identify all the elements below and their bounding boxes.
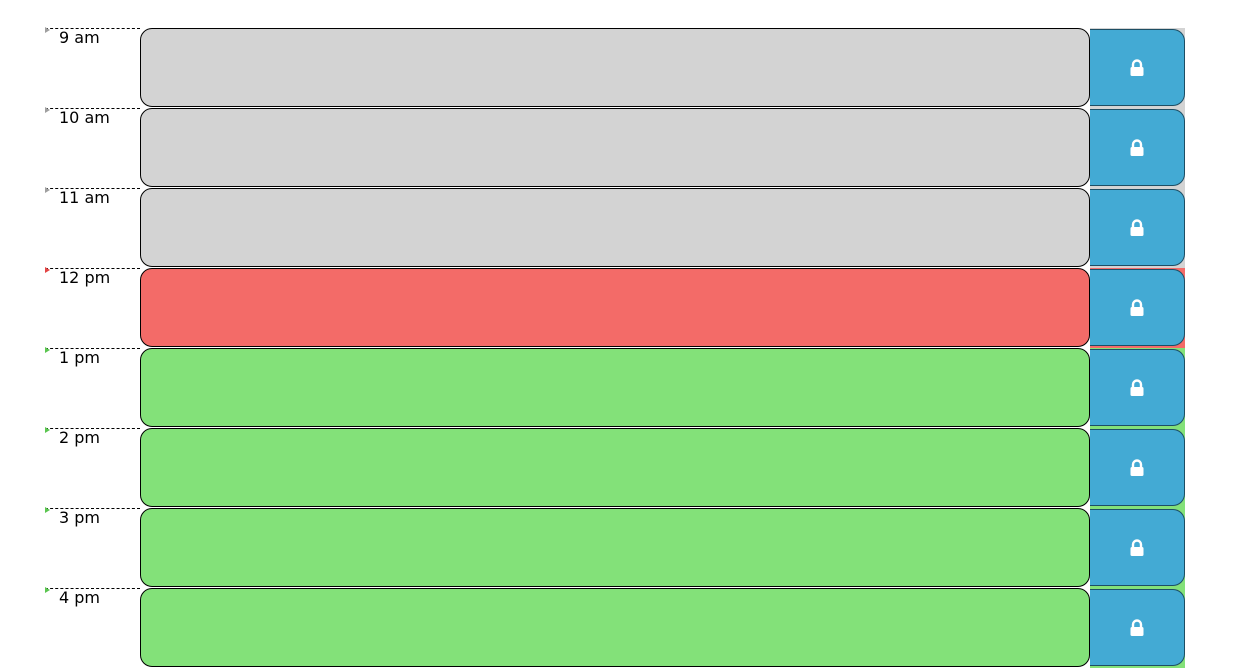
- save-column: [1090, 108, 1185, 188]
- save-button[interactable]: [1090, 589, 1185, 666]
- time-block: 3 pm: [45, 507, 1185, 588]
- hour-marker-icon: [45, 587, 50, 593]
- time-block: 2 pm: [45, 427, 1185, 508]
- hour-label: 11 am: [59, 188, 110, 207]
- hour-label: 1 pm: [59, 348, 101, 367]
- hour-column: 10 am: [45, 107, 140, 188]
- time-block: 9 am: [45, 27, 1185, 108]
- save-button[interactable]: [1090, 109, 1185, 186]
- event-textarea[interactable]: [140, 28, 1090, 107]
- time-block: 11 am: [45, 187, 1185, 268]
- hour-marker-icon: [45, 267, 50, 273]
- event-textarea[interactable]: [140, 108, 1090, 187]
- event-area: [140, 188, 1090, 268]
- event-area: [140, 508, 1090, 588]
- time-block: 12 pm: [45, 267, 1185, 348]
- time-block: 4 pm: [45, 587, 1185, 668]
- save-column: [1090, 348, 1185, 428]
- event-textarea[interactable]: [140, 428, 1090, 507]
- save-button[interactable]: [1090, 349, 1185, 426]
- event-area: [140, 28, 1090, 108]
- hour-label: 10 am: [59, 108, 110, 127]
- save-column: [1090, 428, 1185, 508]
- hour-label: 2 pm: [59, 428, 101, 447]
- hour-column: 2 pm: [45, 427, 140, 508]
- lock-icon: [1130, 218, 1144, 236]
- hour-column: 3 pm: [45, 507, 140, 588]
- event-area: [140, 588, 1090, 668]
- lock-icon: [1130, 58, 1144, 76]
- event-textarea[interactable]: [140, 348, 1090, 427]
- event-textarea[interactable]: [140, 268, 1090, 347]
- hour-marker-icon: [45, 427, 50, 433]
- lock-icon: [1130, 538, 1144, 556]
- hour-marker-icon: [45, 187, 50, 193]
- time-block: 1 pm: [45, 347, 1185, 428]
- event-textarea[interactable]: [140, 508, 1090, 587]
- lock-icon: [1130, 618, 1144, 636]
- time-block: 10 am: [45, 107, 1185, 188]
- save-column: [1090, 588, 1185, 668]
- hour-label: 3 pm: [59, 508, 101, 527]
- hour-column: 12 pm: [45, 267, 140, 348]
- save-column: [1090, 188, 1185, 268]
- save-column: [1090, 268, 1185, 348]
- hour-label: 4 pm: [59, 588, 101, 607]
- day-scheduler: 9 am 10 am 11 am 12 pm 1 pm 2 pm 3 pm 4 …: [45, 27, 1185, 668]
- save-button[interactable]: [1090, 269, 1185, 346]
- hour-column: 11 am: [45, 187, 140, 268]
- hour-marker-icon: [45, 507, 50, 513]
- event-area: [140, 268, 1090, 348]
- hour-marker-icon: [45, 107, 50, 113]
- event-area: [140, 108, 1090, 188]
- save-button[interactable]: [1090, 189, 1185, 266]
- hour-column: 9 am: [45, 27, 140, 108]
- save-button[interactable]: [1090, 29, 1185, 106]
- hour-label: 12 pm: [59, 268, 111, 287]
- hour-marker-icon: [45, 347, 50, 353]
- event-area: [140, 348, 1090, 428]
- lock-icon: [1130, 458, 1144, 476]
- lock-icon: [1130, 378, 1144, 396]
- event-area: [140, 428, 1090, 508]
- lock-icon: [1130, 138, 1144, 156]
- event-textarea[interactable]: [140, 588, 1090, 667]
- save-button[interactable]: [1090, 429, 1185, 506]
- save-column: [1090, 28, 1185, 108]
- hour-column: 1 pm: [45, 347, 140, 428]
- lock-icon: [1130, 298, 1144, 316]
- hour-marker-icon: [45, 27, 50, 33]
- event-textarea[interactable]: [140, 188, 1090, 267]
- save-column: [1090, 508, 1185, 588]
- hour-column: 4 pm: [45, 587, 140, 668]
- save-button[interactable]: [1090, 509, 1185, 586]
- hour-label: 9 am: [59, 28, 100, 47]
